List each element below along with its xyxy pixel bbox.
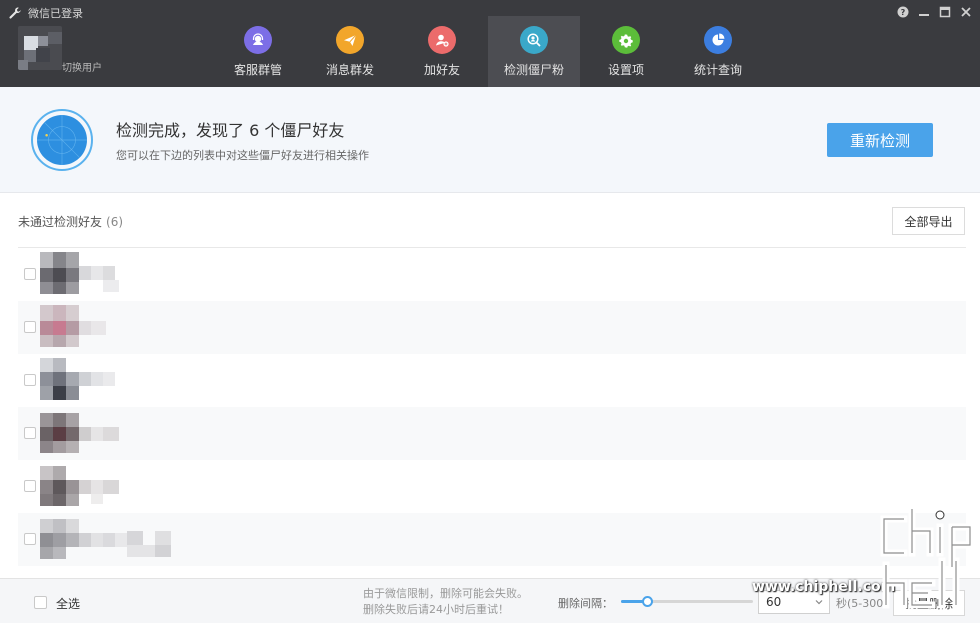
window-controls: ? — [895, 4, 974, 20]
paper-plane-icon — [336, 26, 364, 54]
result-subtitle: 您可以在下边的列表中对这些僵尸好友进行相关操作 — [116, 149, 369, 162]
nav-zombie-detect[interactable]: 检测僵尸粉 — [488, 16, 580, 87]
interval-value-field[interactable] — [759, 595, 811, 609]
nav-label: 统计查询 — [693, 63, 742, 77]
delete-warning-line: 删除失败后请24小时后重试！ — [363, 603, 509, 616]
nav-statistics[interactable]: 统计查询 — [672, 16, 764, 87]
row-checkbox[interactable] — [24, 374, 36, 386]
gear-icon — [612, 26, 640, 54]
list-heading-label: 未通过检测好友 — [18, 215, 103, 229]
main-nav: 客服群管 消息群发 加好友 检测僵尸粉 设置项 统计查询 — [212, 16, 764, 87]
nav-label: 客服群管 — [233, 63, 282, 77]
pie-chart-icon — [704, 26, 732, 54]
radar-icon — [31, 109, 93, 171]
zombie-scan-icon — [520, 26, 548, 54]
app-title: 微信已登录 — [8, 5, 83, 21]
delete-warning: 由于微信限制，删除可能会失败。 删除失败后请24小时后重试！ — [363, 586, 528, 618]
slider-handle[interactable] — [642, 596, 654, 607]
friend-list — [18, 248, 966, 566]
wrench-icon — [9, 7, 21, 19]
row-checkbox[interactable] — [24, 427, 36, 439]
nav-add-friend[interactable]: 加好友 — [396, 16, 488, 87]
interval-input[interactable] — [758, 590, 830, 614]
recheck-button[interactable]: 重新检测 — [827, 123, 933, 157]
list-count: (6) — [106, 215, 124, 229]
nav-label: 设置项 — [607, 63, 644, 77]
row-checkbox[interactable] — [24, 321, 36, 333]
add-friend-icon — [428, 26, 456, 54]
nav-customer-groups[interactable]: 客服群管 — [212, 16, 304, 87]
nav-label: 加好友 — [423, 63, 460, 77]
row-checkbox[interactable] — [24, 533, 36, 545]
result-banner: 检测完成，发现了 6 个僵尸好友 您可以在下边的列表中对这些僵尸好友进行相关操作… — [0, 87, 980, 193]
maximize-icon — [939, 6, 951, 18]
svg-text:?: ? — [901, 8, 906, 17]
batch-delete-button[interactable]: 批量删除 — [893, 590, 965, 616]
nav-label: 检测僵尸粉 — [503, 63, 564, 77]
list-heading: 未通过检测好友 (6) — [18, 213, 123, 230]
minimize-icon — [919, 14, 929, 16]
maximize-button[interactable] — [937, 4, 953, 20]
interval-slider[interactable] — [621, 596, 753, 607]
help-button[interactable]: ? — [895, 4, 911, 20]
nav-settings[interactable]: 设置项 — [580, 16, 672, 87]
avatar[interactable] — [18, 26, 62, 70]
title-bar: 微信已登录 ? 切换用户 客服群管 消息群发 加好友 检测僵尸粉 设置项 统计查… — [0, 0, 980, 87]
table-row[interactable] — [18, 354, 966, 407]
window-title: 微信已登录 — [28, 7, 83, 20]
chevron-down-icon[interactable] — [811, 594, 827, 610]
export-all-button[interactable]: 全部导出 — [892, 207, 965, 235]
table-row[interactable] — [18, 513, 966, 566]
select-all-checkbox[interactable] — [34, 596, 47, 609]
delete-warning-line: 由于微信限制，删除可能会失败。 — [363, 587, 528, 600]
row-checkbox[interactable] — [24, 480, 36, 492]
table-row[interactable] — [18, 460, 966, 513]
interval-range-label: 秒(5-300) — [836, 597, 888, 610]
action-footer: 全选 由于微信限制，删除可能会失败。 删除失败后请24小时后重试！ 删除间隔： … — [0, 578, 980, 623]
table-row[interactable] — [18, 301, 966, 354]
table-row[interactable] — [18, 248, 966, 301]
result-title: 检测完成，发现了 6 个僵尸好友 — [116, 121, 345, 140]
table-row[interactable] — [18, 407, 966, 460]
close-button[interactable] — [958, 4, 974, 20]
help-icon: ? — [897, 6, 909, 18]
switch-user-link[interactable]: 切换用户 — [62, 59, 102, 74]
select-all-label[interactable]: 全选 — [56, 595, 80, 612]
headset-icon — [244, 26, 272, 54]
minimize-button[interactable] — [916, 4, 932, 20]
interval-label: 删除间隔： — [558, 597, 613, 610]
row-checkbox[interactable] — [24, 268, 36, 280]
nav-broadcast[interactable]: 消息群发 — [304, 16, 396, 87]
close-icon — [961, 7, 971, 17]
nav-label: 消息群发 — [325, 63, 374, 77]
